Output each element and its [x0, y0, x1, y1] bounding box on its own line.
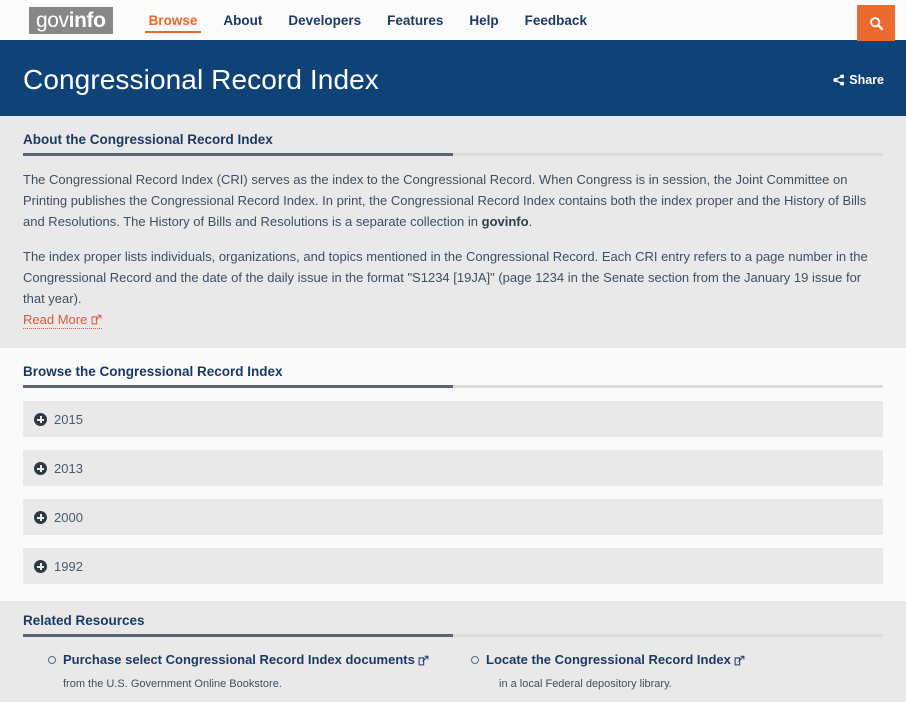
accordion-row-2013[interactable]: 2013: [23, 450, 883, 486]
accordion-label-2015: 2015: [54, 412, 83, 427]
share-nodes-icon: [833, 74, 845, 86]
nav-item-about-label: About: [223, 13, 262, 28]
about-paragraph-1: The Congressional Record Index (CRI) ser…: [23, 169, 883, 232]
nav-item-feedback-label: Feedback: [525, 13, 587, 28]
related-resource-column-2: Locate the Congressional Record Index in…: [453, 650, 883, 692]
nav-item-developers[interactable]: Developers: [275, 0, 374, 42]
about-heading: About the Congressional Record Index: [23, 132, 883, 147]
related-resource-subtitle-purchase: from the U.S. Government Online Bookstor…: [63, 677, 453, 692]
nav-item-browse-label: Browse: [149, 13, 198, 28]
related-resources-grid: Purchase select Congressional Record Ind…: [23, 650, 883, 692]
browse-heading-rule: [23, 385, 883, 388]
plus-circle-icon: [34, 560, 47, 573]
nav-item-help[interactable]: Help: [456, 0, 511, 42]
related-resource-item-locate: Locate the Congressional Record Index in…: [471, 650, 883, 692]
accordion-label-2013: 2013: [54, 461, 83, 476]
nav-item-browse[interactable]: Browse: [136, 0, 211, 42]
nav-item-feedback[interactable]: Feedback: [512, 0, 600, 42]
related-resource-column-1: Purchase select Congressional Record Ind…: [23, 650, 453, 692]
plus-circle-icon: [34, 511, 47, 524]
about-paragraph-2: The index proper lists individuals, orga…: [23, 246, 883, 330]
external-link-icon: [731, 652, 745, 667]
read-more-label: Read More: [23, 311, 87, 328]
page-title: Congressional Record Index: [23, 64, 379, 96]
page-banner: Congressional Record Index Share: [0, 44, 906, 116]
accordion-row-2015[interactable]: 2015: [23, 401, 883, 437]
nav-item-about[interactable]: About: [210, 0, 275, 42]
govinfo-logo[interactable]: govinfo: [29, 7, 113, 34]
search-button[interactable]: [857, 5, 895, 41]
external-link-icon: [91, 314, 102, 325]
logo-text-info: info: [69, 10, 106, 31]
about-paragraph-2-text: The index proper lists individuals, orga…: [23, 249, 868, 306]
browse-section: Browse the Congressional Record Index 20…: [0, 348, 906, 601]
plus-circle-icon: [34, 413, 47, 426]
accordion-row-2000[interactable]: 2000: [23, 499, 883, 535]
plus-circle-icon: [34, 462, 47, 475]
related-resource-subtitle-locate: in a local Federal depository library.: [499, 677, 883, 692]
about-heading-rule: [23, 153, 883, 156]
about-paragraph-1-tail: .: [529, 214, 533, 229]
circle-bullet-icon: [471, 656, 479, 664]
nav-item-help-label: Help: [469, 13, 498, 28]
related-resource-link-purchase[interactable]: Purchase select Congressional Record Ind…: [63, 652, 429, 667]
related-resource-link-locate-label: Locate the Congressional Record Index: [486, 652, 731, 667]
accordion-label-2000: 2000: [54, 510, 83, 525]
browse-heading: Browse the Congressional Record Index: [23, 364, 883, 379]
related-resource-link-locate[interactable]: Locate the Congressional Record Index: [486, 652, 745, 667]
accordion-label-1992: 1992: [54, 559, 83, 574]
main-nav: Browse About Developers Features Help Fe…: [136, 0, 600, 42]
related-resources-rule: [23, 634, 883, 637]
about-govinfo-bold: govinfo: [482, 214, 529, 229]
related-resource-item-purchase: Purchase select Congressional Record Ind…: [48, 650, 453, 692]
read-more-link[interactable]: Read More: [23, 311, 102, 329]
external-link-icon: [415, 652, 429, 667]
about-section: About the Congressional Record Index The…: [0, 116, 906, 348]
share-button[interactable]: Share: [833, 73, 884, 87]
search-icon: [869, 16, 884, 31]
top-navigation-bar: govinfo Browse About Developers Features…: [0, 0, 906, 44]
related-resources-section: Related Resources Purchase select Congre…: [0, 601, 906, 702]
nav-item-features[interactable]: Features: [374, 0, 456, 42]
about-paragraph-1-text: The Congressional Record Index (CRI) ser…: [23, 172, 866, 229]
nav-item-features-label: Features: [387, 13, 443, 28]
circle-bullet-icon: [48, 656, 56, 664]
logo-text-gov: gov: [36, 10, 69, 31]
related-resource-link-purchase-label: Purchase select Congressional Record Ind…: [63, 652, 415, 667]
related-resources-heading: Related Resources: [23, 613, 883, 628]
nav-item-developers-label: Developers: [288, 13, 361, 28]
accordion-row-1992[interactable]: 1992: [23, 548, 883, 584]
share-label: Share: [849, 73, 884, 87]
